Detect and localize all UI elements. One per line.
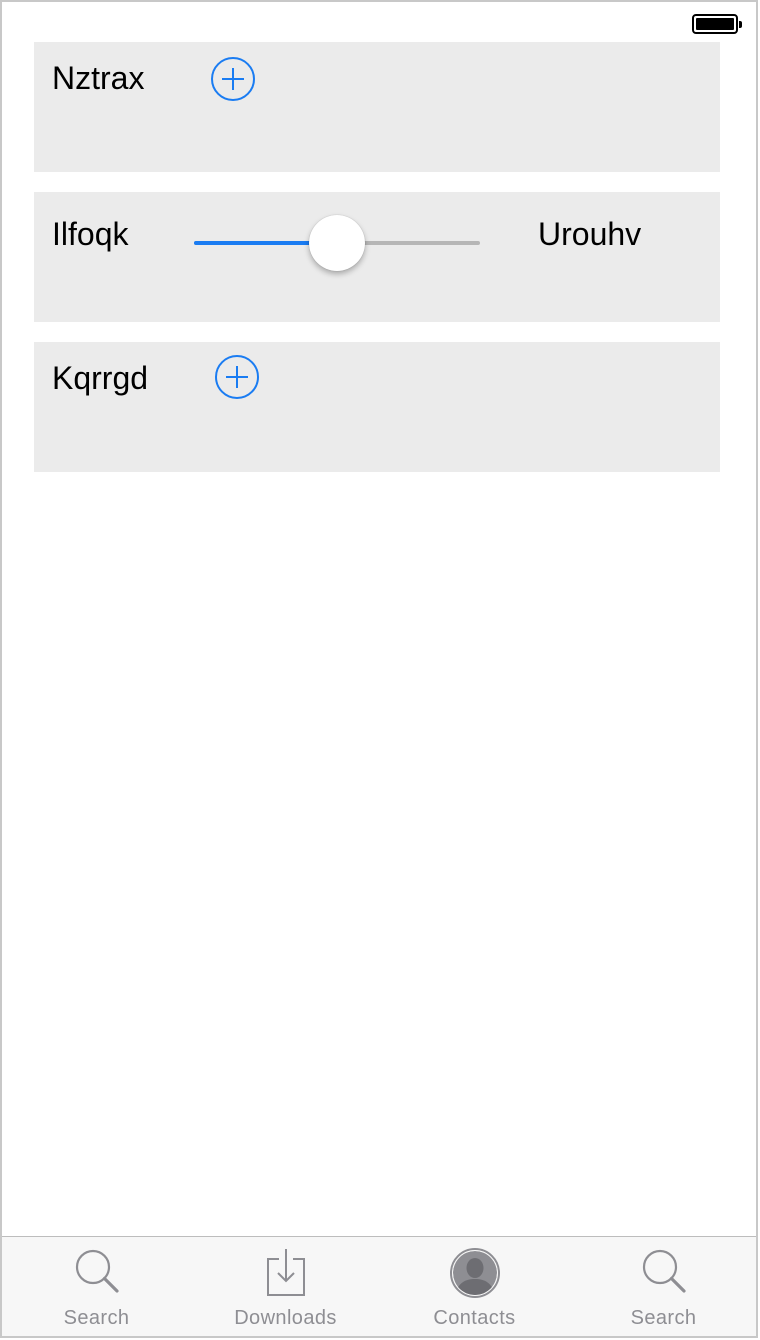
battery-icon	[692, 14, 742, 34]
row-label: Kqrrgd	[52, 360, 149, 396]
slider-thumb[interactable]	[309, 215, 365, 271]
row-label: Ilfoqk	[52, 216, 129, 252]
add-button[interactable]	[214, 354, 260, 400]
row-card-3: Kqrrgd	[34, 342, 720, 472]
row-card-1: Nztrax	[34, 42, 720, 172]
tab-downloads[interactable]: Downloads	[191, 1237, 380, 1336]
download-icon	[266, 1249, 305, 1296]
battery-level	[696, 18, 734, 30]
row-label: Nztrax	[52, 60, 145, 96]
tab-search[interactable]: Search	[2, 1237, 191, 1336]
tab-label: Search	[63, 1307, 130, 1329]
tab-label: Downloads	[234, 1307, 337, 1329]
tab-label: Search	[630, 1307, 697, 1329]
phone-screen: Nztrax Ilfoqk Urouhv Kqrrgd Search Downl…	[0, 0, 758, 1338]
row-card-2: Ilfoqk Urouhv	[34, 192, 720, 322]
value-slider[interactable]	[194, 212, 480, 272]
search-icon	[75, 1249, 119, 1293]
plus-circle-icon	[215, 355, 259, 399]
tab-label: Contacts	[433, 1307, 516, 1329]
tab-bar: Search Downloads Contacts Search	[2, 1236, 756, 1336]
tab-contacts[interactable]: Contacts	[380, 1237, 569, 1336]
search-icon	[642, 1249, 686, 1293]
tab-search-2[interactable]: Search	[569, 1237, 756, 1336]
add-button[interactable]	[210, 56, 256, 102]
slider-value-label: Urouhv	[538, 216, 642, 252]
contacts-icon	[449, 1248, 500, 1298]
plus-circle-icon	[211, 57, 255, 101]
